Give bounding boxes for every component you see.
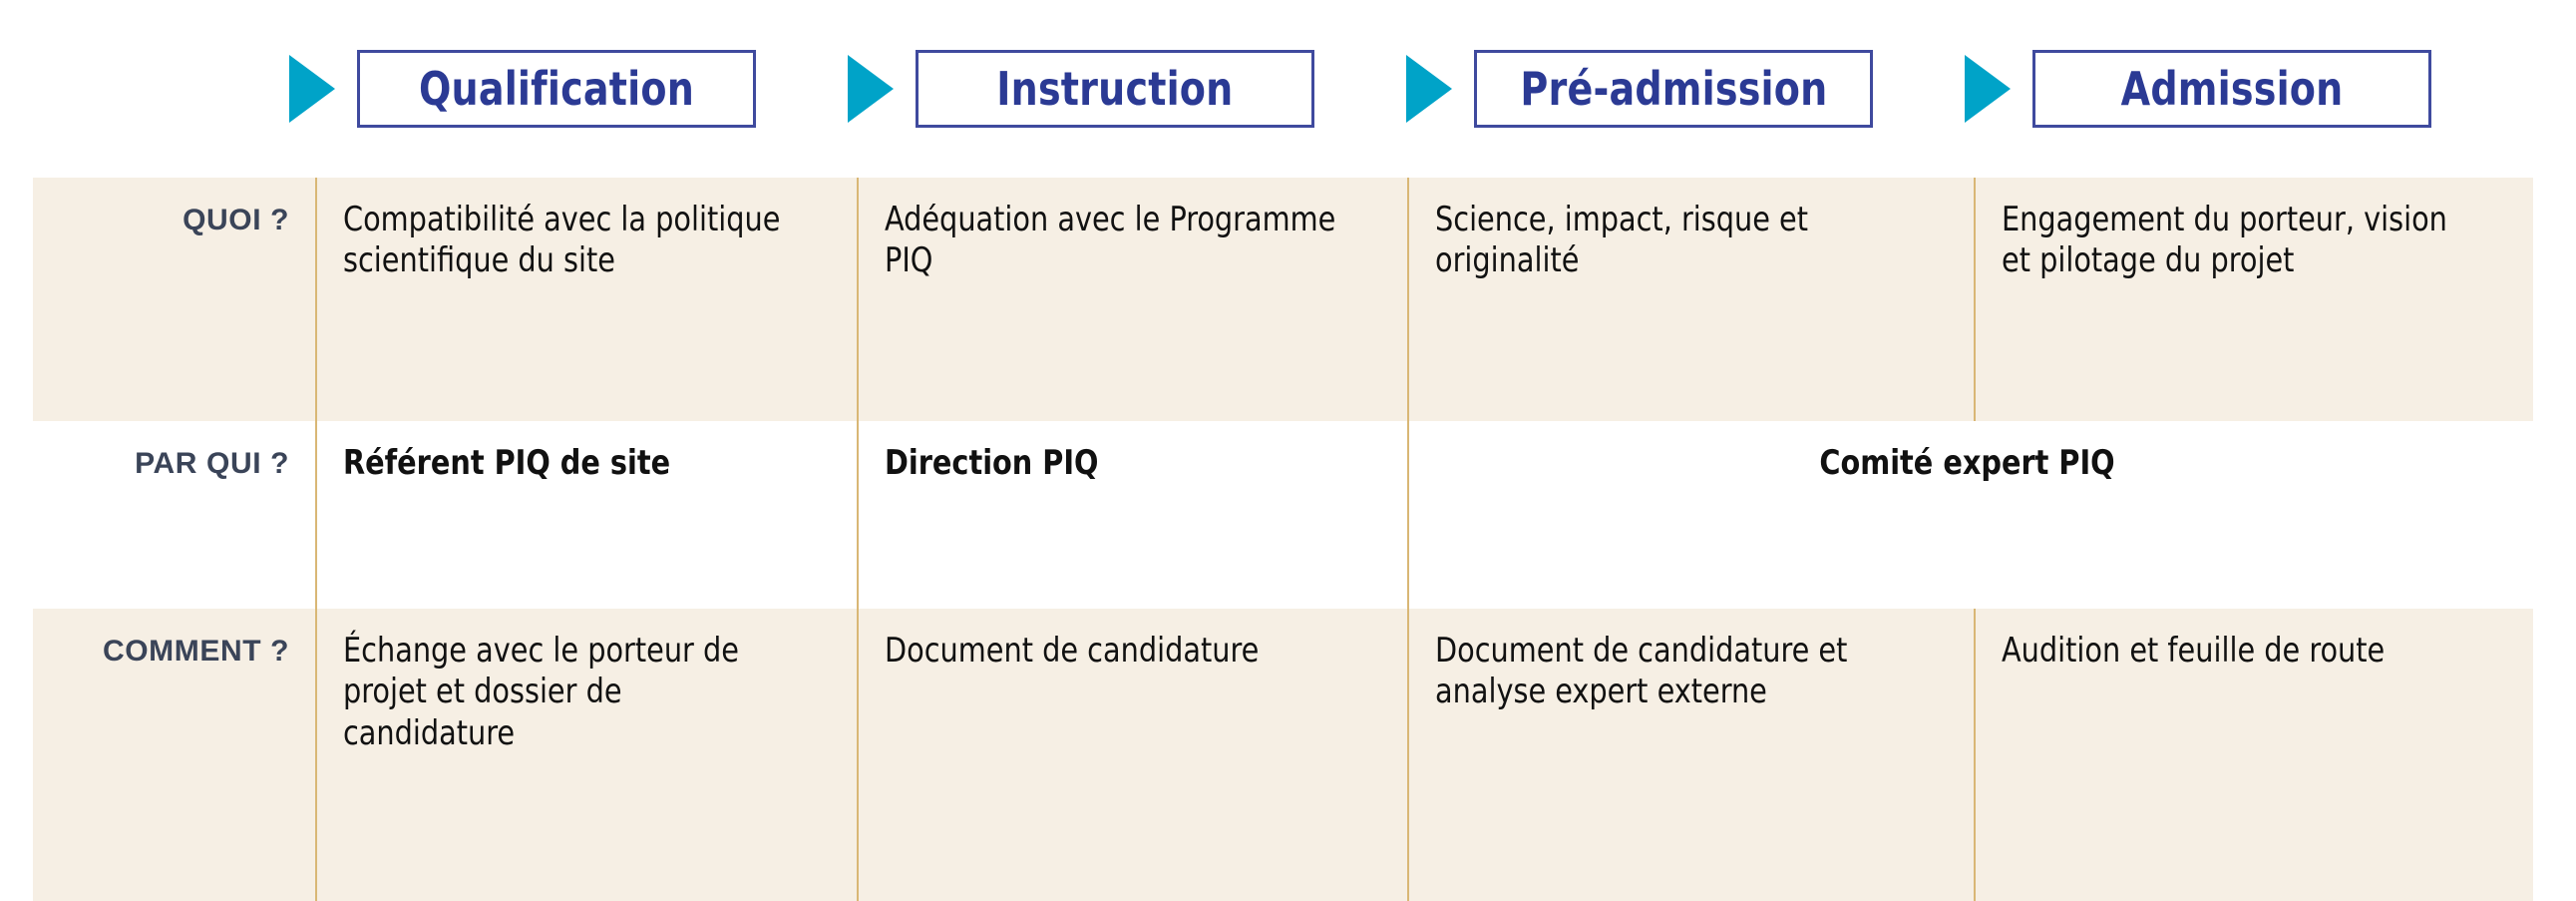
stage-box-instruction[interactable]: Instruction: [916, 50, 1314, 128]
stage-label: Qualification: [418, 62, 694, 116]
stage-label: Admission: [2120, 62, 2344, 116]
stage-label: Instruction: [996, 62, 1234, 116]
cell-text: Science, impact, risque et originalité: [1435, 200, 1809, 281]
cell-text: Comité expert PIQ: [1819, 443, 2115, 483]
row-label-par-qui: PAR QUI ?: [33, 421, 316, 609]
process-stages-matrix: Qualification Instruction Pré-admission …: [0, 0, 2576, 901]
table-row: COMMENT ? Échange avec le porteur de pro…: [33, 609, 2533, 901]
triangle-right-icon: [1406, 55, 1452, 123]
stage-box-qualification[interactable]: Qualification: [357, 50, 756, 128]
stage-item-instruction[interactable]: Instruction: [848, 50, 1406, 128]
cell-quoi-pre-admission: Science, impact, risque et originalité: [1407, 178, 1975, 421]
table-row: QUOI ? Compatibilité avec la politique s…: [33, 178, 2533, 421]
triangle-right-icon: [289, 55, 335, 123]
row-label-quoi: QUOI ?: [33, 178, 316, 421]
stage-header-strip: Qualification Instruction Pré-admission …: [0, 0, 2576, 178]
row-label-comment: COMMENT ?: [33, 609, 316, 901]
stage-item-pre-admission[interactable]: Pré-admission: [1406, 50, 1965, 128]
cell-par-qui-instruction: Direction PIQ: [857, 421, 1408, 609]
cell-text: Engagement du porteur, vision et pilotag…: [2002, 200, 2447, 281]
cell-text: Audition et feuille de route: [2002, 631, 2386, 671]
cell-text: Compatibilité avec la politique scientif…: [343, 200, 781, 281]
cell-text: Échange avec le porteur de projet et dos…: [343, 631, 739, 753]
cell-text: Adéquation avec le Programme PIQ: [885, 200, 1336, 281]
cell-comment-pre-admission: Document de candidature et analyse exper…: [1407, 609, 1975, 901]
cell-text: Direction PIQ: [885, 443, 1099, 483]
cell-comment-instruction: Document de candidature: [857, 609, 1408, 901]
table-row: PAR QUI ? Référent PIQ de site Direction…: [33, 421, 2533, 609]
cell-comment-admission: Audition et feuille de route: [1974, 609, 2533, 901]
triangle-right-icon: [1965, 55, 2011, 123]
cell-quoi-admission: Engagement du porteur, vision et pilotag…: [1974, 178, 2533, 421]
cell-text: Référent PIQ de site: [343, 443, 671, 483]
triangle-right-icon: [848, 55, 894, 123]
cell-par-qui-pre-admission-admission: Comité expert PIQ: [1407, 421, 2533, 609]
cell-quoi-instruction: Adéquation avec le Programme PIQ: [857, 178, 1408, 421]
cell-text: Document de candidature: [885, 631, 1260, 671]
stage-box-pre-admission[interactable]: Pré-admission: [1474, 50, 1873, 128]
cell-par-qui-qualification: Référent PIQ de site: [315, 421, 858, 609]
stage-item-admission[interactable]: Admission: [1965, 50, 2523, 128]
cell-comment-qualification: Échange avec le porteur de projet et dos…: [315, 609, 858, 901]
stage-header-left-spacer: [0, 89, 289, 90]
criteria-matrix-table: QUOI ? Compatibilité avec la politique s…: [33, 178, 2533, 901]
stage-box-admission[interactable]: Admission: [2032, 50, 2431, 128]
stage-item-qualification[interactable]: Qualification: [289, 50, 848, 128]
cell-text: Document de candidature et analyse exper…: [1435, 631, 1848, 712]
cell-quoi-qualification: Compatibilité avec la politique scientif…: [315, 178, 858, 421]
stage-label: Pré-admission: [1519, 62, 1828, 116]
